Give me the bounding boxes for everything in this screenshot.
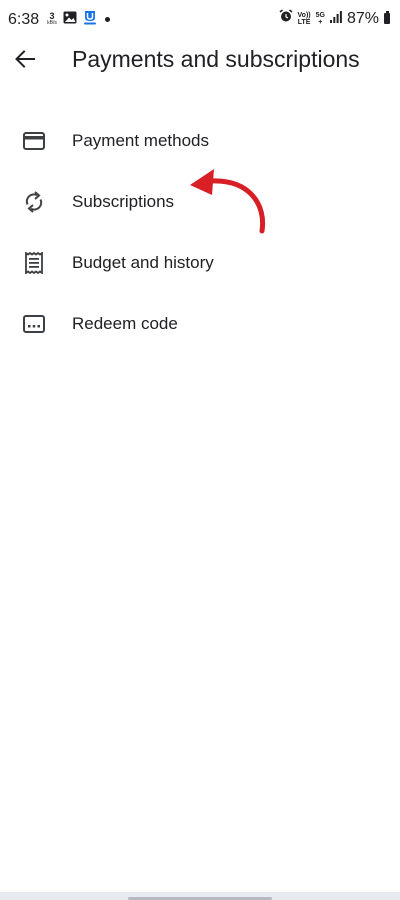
app-bar: Payments and subscriptions <box>0 40 400 82</box>
volte-label-bottom: LTE <box>297 18 311 26</box>
network-speed-value: 3 <box>49 10 55 21</box>
navigation-bar <box>0 892 400 900</box>
status-right: Vo)) LTE 5G + 87% <box>279 9 390 28</box>
menu-item-label: Budget and history <box>72 252 214 272</box>
volte-label-top: Vo)) <box>297 11 311 19</box>
menu-item-payment-methods[interactable]: Payment methods <box>0 110 400 171</box>
network-speed-unit: kB/s <box>47 19 57 26</box>
app-notification-icon <box>83 9 97 30</box>
volte-indicator: Vo)) LTE <box>298 12 311 26</box>
receipt-icon <box>22 251 46 275</box>
sync-icon <box>22 190 46 214</box>
screen: 6:38 3 kB/s Vo)) LTE 5G + 87% Payments a… <box>0 0 400 900</box>
signal-strength-icon <box>329 10 342 28</box>
redeem-code-icon <box>22 312 46 336</box>
alarm-icon <box>279 9 293 28</box>
menu-item-label: Subscriptions <box>72 191 175 211</box>
more-notifications-dot-icon <box>104 17 110 22</box>
gallery-notification-icon <box>63 11 77 29</box>
menu-item-label: Payment methods <box>72 130 210 150</box>
network-type-top: 5G <box>315 11 325 19</box>
arrow-back-icon <box>15 49 35 73</box>
annotation-arrow-icon <box>190 169 266 234</box>
network-speed-indicator: 3 kB/s <box>47 10 57 27</box>
battery-percent: 87% <box>346 9 379 27</box>
status-bar: 6:38 3 kB/s Vo)) LTE 5G + 87% <box>0 0 400 40</box>
status-left: 6:38 3 kB/s <box>8 9 110 30</box>
menu-item-redeem-code[interactable]: Redeem code <box>0 293 400 354</box>
battery-icon <box>384 11 390 24</box>
page-title: Payments and subscriptions <box>72 46 360 72</box>
back-button[interactable] <box>10 46 40 76</box>
network-type-bottom: + <box>318 18 323 26</box>
menu-item-label: Redeem code <box>72 313 178 333</box>
credit-card-icon <box>22 129 46 153</box>
menu-item-budget-and-history[interactable]: Budget and history <box>0 232 400 293</box>
status-time: 6:38 <box>8 10 40 28</box>
network-type-indicator: 5G + <box>316 12 325 26</box>
